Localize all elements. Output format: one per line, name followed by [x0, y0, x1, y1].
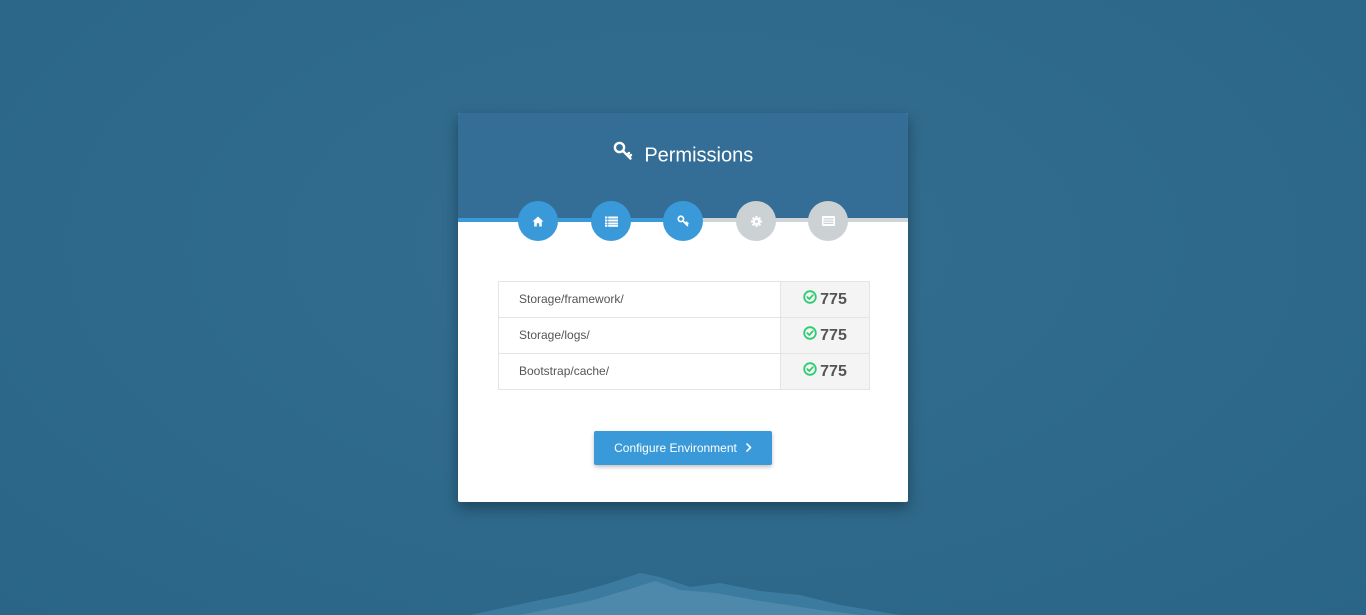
- key-icon: [613, 141, 633, 167]
- list-icon: [604, 216, 618, 227]
- permission-path: Storage/logs/: [519, 328, 590, 342]
- server-icon: [821, 216, 835, 226]
- permission-value-cell: 775: [780, 282, 869, 317]
- page-title: Permissions: [458, 141, 908, 168]
- step-requirements[interactable]: [591, 201, 631, 241]
- chevron-right-icon: [746, 441, 752, 455]
- key-icon: [677, 215, 689, 227]
- permission-value: 775: [820, 290, 847, 308]
- permission-value-cell: 775: [780, 354, 869, 389]
- step-permissions[interactable]: [663, 201, 703, 241]
- step-welcome[interactable]: [518, 201, 558, 241]
- permission-path: Bootstrap/cache/: [519, 364, 610, 378]
- mountain-backdrop: [470, 573, 900, 615]
- permission-value: 775: [820, 362, 847, 380]
- gear-icon: [750, 215, 762, 227]
- step-final[interactable]: [808, 201, 848, 241]
- permission-value-cell: 775: [780, 318, 869, 353]
- table-row: Storage/logs/ 775: [499, 318, 869, 354]
- table-row: Bootstrap/cache/ 775: [499, 354, 869, 389]
- permissions-table: Storage/framework/ 775 Storage/logs/ 775…: [498, 281, 870, 390]
- configure-environment-button[interactable]: Configure Environment: [594, 431, 772, 465]
- page-title-text: Permissions: [644, 144, 754, 167]
- check-circle-icon: [803, 326, 817, 345]
- configure-environment-label: Configure Environment: [614, 441, 737, 455]
- check-circle-icon: [803, 362, 817, 381]
- permission-value: 775: [820, 326, 847, 344]
- installer-card: Permissions Storage/framework/ 775 Stora…: [458, 113, 908, 502]
- permission-path: Storage/framework/: [519, 292, 624, 306]
- home-icon: [532, 216, 544, 226]
- table-row: Storage/framework/ 775: [499, 282, 869, 318]
- step-environment[interactable]: [736, 201, 776, 241]
- steps-progress: [458, 218, 683, 222]
- check-circle-icon: [803, 290, 817, 309]
